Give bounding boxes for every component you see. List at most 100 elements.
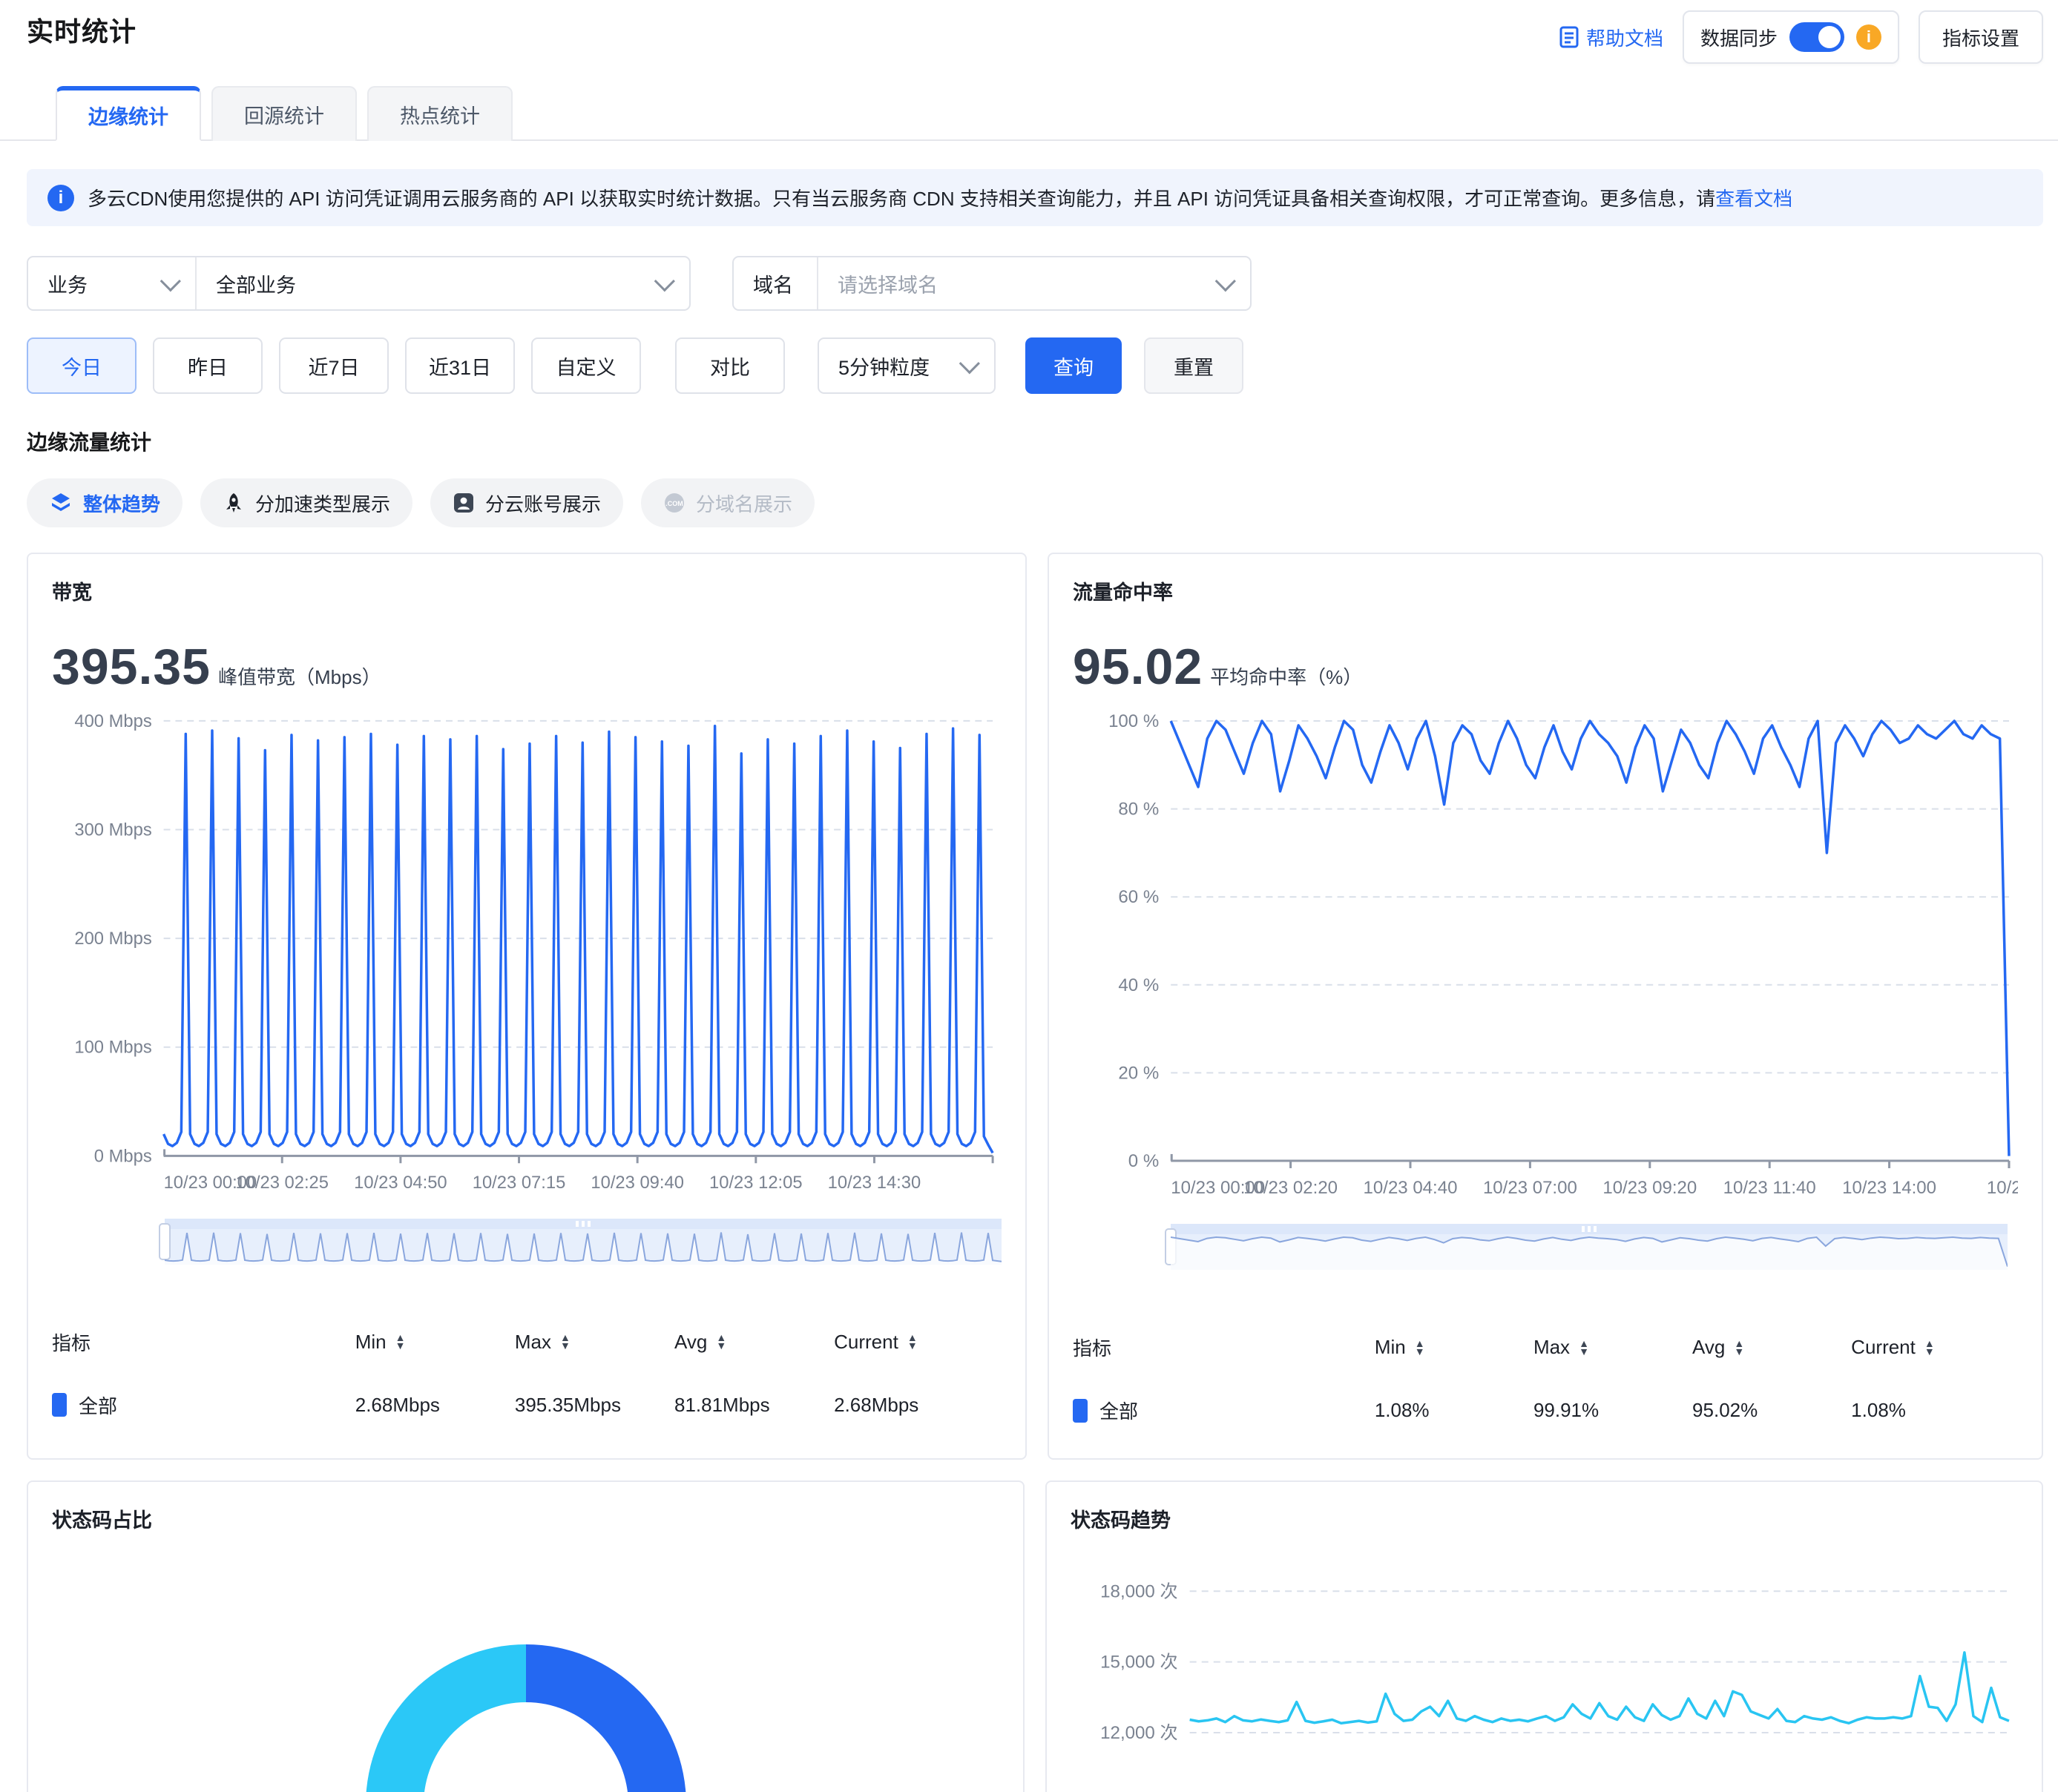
col-avg[interactable]: Avg▲▼ xyxy=(1692,1336,1851,1359)
col-min[interactable]: Min▲▼ xyxy=(1375,1336,1533,1359)
svg-text:60 %: 60 % xyxy=(1118,887,1159,907)
hit-rate-stats-table: 指标 Min▲▼ Max▲▼ Avg▲▼ Current▲▼ 全部 1.08% … xyxy=(1073,1334,2018,1436)
status-code-donut-chart[interactable] xyxy=(366,1644,686,1792)
domain-icon: .COM xyxy=(663,492,686,514)
card-title: 状态码趋势 xyxy=(1071,1504,2018,1533)
brush-grip-icon[interactable] xyxy=(1171,1224,2008,1234)
brush-grip-icon[interactable] xyxy=(165,1219,1002,1229)
svg-text:12,000 次: 12,000 次 xyxy=(1100,1723,1177,1743)
bandwidth-card: 带宽 395.35 峰值带宽（Mbps） 400 Mbps300 Mbps200… xyxy=(27,553,1027,1460)
svg-text:100 Mbps: 100 Mbps xyxy=(74,1038,151,1058)
info-badge-icon[interactable]: i xyxy=(1856,24,1881,50)
sort-icon: ▲▼ xyxy=(560,1334,571,1350)
business-type-select[interactable]: 业务 xyxy=(28,257,195,309)
svg-text:10/23 11:40: 10/23 11:40 xyxy=(1723,1178,1816,1198)
svg-text:10/23 02:20: 10/23 02:20 xyxy=(1243,1178,1338,1198)
svg-text:10/23 04:50: 10/23 04:50 xyxy=(354,1173,447,1193)
rocket-icon xyxy=(223,492,245,514)
stats-data-row[interactable]: 全部 2.68Mbps 395.35Mbps 81.81Mbps 2.68Mbp… xyxy=(52,1391,1002,1431)
sort-icon: ▲▼ xyxy=(1924,1340,1935,1356)
current-value: 1.08% xyxy=(1851,1399,2018,1422)
reset-button[interactable]: 重置 xyxy=(1144,337,1243,394)
svg-text:0 %: 0 % xyxy=(1128,1151,1159,1171)
hit-rate-average: 95.02 平均命中率（%） xyxy=(1073,638,2018,696)
svg-text:300 Mbps: 300 Mbps xyxy=(74,820,151,840)
bandwidth-brush[interactable] xyxy=(165,1219,1002,1265)
max-value: 395.35Mbps xyxy=(515,1394,674,1417)
pill-by-cloud-account[interactable]: 分云账号展示 xyxy=(430,478,623,527)
date-button-yesterday[interactable]: 昨日 xyxy=(153,337,263,394)
bandwidth-chart[interactable]: 400 Mbps300 Mbps200 Mbps100 Mbps0 Mbps10… xyxy=(52,709,1002,1199)
svg-text:20 %: 20 % xyxy=(1118,1063,1159,1083)
bandwidth-peak: 395.35 峰值带宽（Mbps） xyxy=(52,638,1002,696)
metric-settings-button[interactable]: 指标设置 xyxy=(1919,10,2043,64)
topbar-actions: 帮助文档 数据同步 i 指标设置 xyxy=(1559,10,2043,64)
toggle-knob xyxy=(1818,26,1841,48)
data-sync-label: 数据同步 xyxy=(1700,24,1778,51)
svg-text:10/23 02:25: 10/23 02:25 xyxy=(235,1173,329,1193)
query-button[interactable]: 查询 xyxy=(1025,337,1122,394)
hit-rate-chart[interactable]: 100 %80 %60 %40 %20 %0 %10/23 00:0010/23… xyxy=(1073,709,2018,1205)
pill-by-domain: .COM 分域名展示 xyxy=(641,478,815,527)
domain-select[interactable]: 请选择域名 xyxy=(817,257,1250,309)
tab-edge-stats[interactable]: 边缘统计 xyxy=(56,86,201,141)
max-value: 99.91% xyxy=(1533,1399,1692,1422)
tab-origin-stats[interactable]: 回源统计 xyxy=(211,86,357,141)
legend-swatch xyxy=(52,1393,67,1417)
date-button-custom[interactable]: 自定义 xyxy=(531,337,641,394)
date-button-today[interactable]: 今日 xyxy=(27,337,137,394)
view-doc-link[interactable]: 查看文档 xyxy=(1715,188,1792,210)
legend-swatch xyxy=(1073,1399,1088,1423)
stats-header-row: 指标 Min▲▼ Max▲▼ Avg▲▼ Current▲▼ xyxy=(1073,1334,2018,1361)
col-current[interactable]: Current▲▼ xyxy=(1851,1336,2018,1359)
hit-rate-brush[interactable] xyxy=(1171,1224,2008,1270)
status_trend-svg: 18,000 次15,000 次12,000 次 xyxy=(1071,1546,2018,1792)
pill-by-accel-type[interactable]: 分加速类型展示 xyxy=(200,478,412,527)
business-value-select[interactable]: 全部业务 xyxy=(195,257,689,309)
pill-overall-trend[interactable]: 整体趋势 xyxy=(27,478,183,527)
card-title: 流量命中率 xyxy=(1073,576,2018,605)
hit_rate-svg: 100 %80 %60 %40 %20 %0 %10/23 00:0010/23… xyxy=(1073,709,2018,1201)
status-code-ratio-card: 状态码占比 xyxy=(27,1480,1025,1792)
info-icon: i xyxy=(47,185,74,211)
date-button-7days[interactable]: 近7日 xyxy=(279,337,389,394)
granularity-select[interactable]: 5分钟粒度 xyxy=(818,337,996,394)
hit_rate-brush-svg xyxy=(1171,1234,2008,1270)
min-value: 2.68Mbps xyxy=(355,1394,515,1417)
status-code-trend-card: 状态码趋势 18,000 次15,000 次12,000 次 xyxy=(1045,1480,2043,1792)
metric-name: 全部 xyxy=(52,1391,355,1419)
current-value: 2.68Mbps xyxy=(834,1394,1002,1417)
col-metric: 指标 xyxy=(1073,1334,1375,1361)
help-doc-label: 帮助文档 xyxy=(1586,24,1663,51)
col-current[interactable]: Current▲▼ xyxy=(834,1331,1002,1354)
stats-header-row: 指标 Min▲▼ Max▲▼ Avg▲▼ Current▲▼ xyxy=(52,1328,1002,1356)
status-code-trend-chart[interactable]: 18,000 次15,000 次12,000 次 xyxy=(1071,1546,2018,1792)
col-min[interactable]: Min▲▼ xyxy=(355,1331,515,1354)
svg-text:10/23 14:00: 10/23 14:00 xyxy=(1842,1178,1936,1198)
compare-button[interactable]: 对比 xyxy=(675,337,785,394)
avg-value: 81.81Mbps xyxy=(674,1394,834,1417)
svg-text:10/23 04:40: 10/23 04:40 xyxy=(1364,1178,1458,1198)
svg-text:.COM: .COM xyxy=(665,500,683,507)
svg-text:10/23 07:00: 10/23 07:00 xyxy=(1483,1178,1577,1198)
bandwidth-brush-svg xyxy=(165,1229,1002,1265)
granularity-value: 5分钟粒度 xyxy=(838,352,930,381)
col-avg[interactable]: Avg▲▼ xyxy=(674,1331,834,1354)
svg-text:10/23 12:05: 10/23 12:05 xyxy=(709,1173,803,1193)
pill-label: 分加速类型展示 xyxy=(255,490,390,517)
layers-icon xyxy=(49,491,73,515)
business-value: 全部业务 xyxy=(216,269,296,298)
col-max[interactable]: Max▲▼ xyxy=(515,1331,674,1354)
info-banner: i 多云CDN使用您提供的 API 访问凭证调用云服务商的 API 以获取实时统… xyxy=(27,169,2043,226)
help-doc-link[interactable]: 帮助文档 xyxy=(1559,24,1663,51)
date-button-31days[interactable]: 近31日 xyxy=(405,337,515,394)
business-label: 业务 xyxy=(47,269,88,298)
col-max[interactable]: Max▲▼ xyxy=(1533,1336,1692,1359)
tab-hotspot-stats[interactable]: 热点统计 xyxy=(367,86,513,141)
data-sync-toggle[interactable] xyxy=(1789,22,1844,52)
svg-text:200 Mbps: 200 Mbps xyxy=(74,929,151,949)
col-metric: 指标 xyxy=(52,1328,355,1356)
stats-data-row[interactable]: 全部 1.08% 99.91% 95.02% 1.08% xyxy=(1073,1397,2018,1436)
chevron-down-icon xyxy=(160,271,181,291)
bandwidth-stats-table: 指标 Min▲▼ Max▲▼ Avg▲▼ Current▲▼ 全部 2.68Mb… xyxy=(52,1328,1002,1431)
